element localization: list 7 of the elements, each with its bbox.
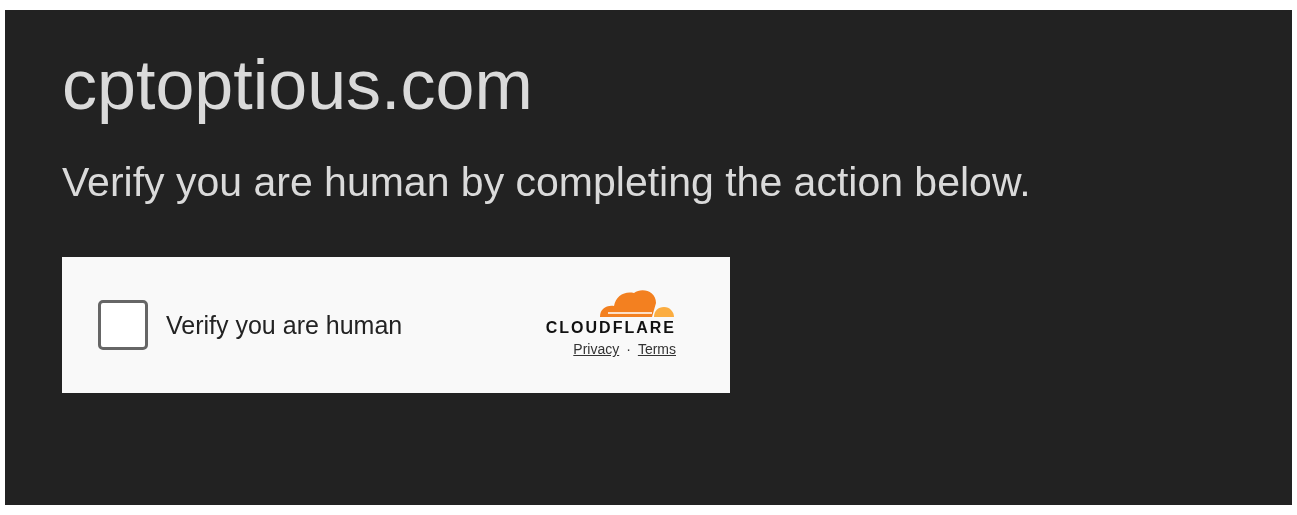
checkbox[interactable] bbox=[98, 300, 148, 351]
brand-name: CLOUDFLARE bbox=[545, 319, 676, 338]
checkbox-label: Verify you are human bbox=[166, 310, 403, 340]
footer-link[interactable]: Terms bbox=[637, 341, 676, 358]
footer-link[interactable]: Privacy bbox=[573, 341, 620, 358]
link-separator: · bbox=[626, 341, 631, 358]
instruction-text: Verify you are human by completing the action below. bbox=[62, 158, 1032, 207]
